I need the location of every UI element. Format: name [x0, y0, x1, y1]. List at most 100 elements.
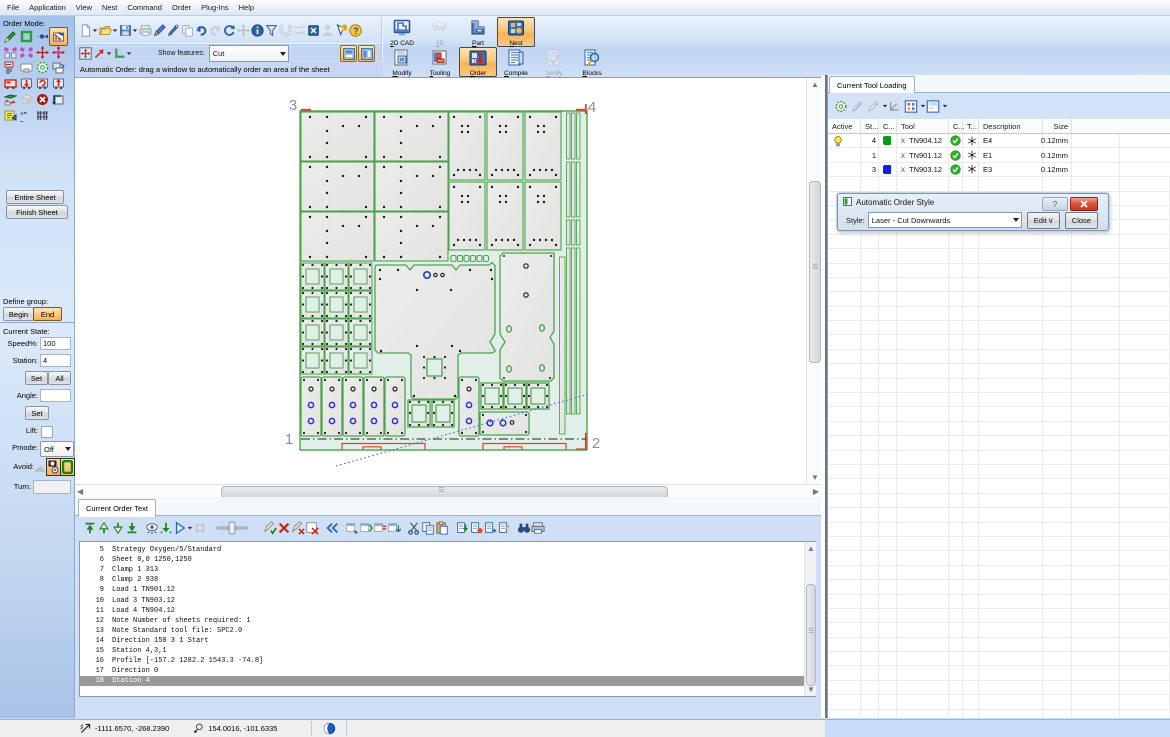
menu-order[interactable]: Order: [167, 3, 196, 12]
menu-help[interactable]: Help: [234, 3, 259, 12]
column-description[interactable]: Description: [979, 119, 1043, 133]
menu-view[interactable]: View: [71, 3, 97, 12]
drawing-canvas[interactable]: 3412▲▼☰◀▶☰: [75, 77, 821, 497]
om-sheet-gray-icon[interactable]: [19, 92, 34, 107]
column-c[interactable]: C...: [879, 119, 897, 133]
copy-gray-icon[interactable]: [180, 22, 194, 39]
dialog-help-button[interactable]: ?: [1042, 197, 1068, 211]
menu-application[interactable]: Application: [24, 3, 71, 12]
angle-input[interactable]: [40, 389, 71, 402]
om-pencil-icon[interactable]: [3, 29, 18, 44]
print-icon[interactable]: [138, 22, 152, 39]
corner-l-icon[interactable]: [112, 45, 126, 62]
module-compile-button[interactable]: Compile: [497, 47, 535, 77]
om-copy-icon[interactable]: [51, 60, 66, 75]
show-features-select[interactable]: Cut: [209, 45, 289, 62]
redo-gray-icon[interactable]: [208, 22, 222, 39]
canvas-hscrollbar[interactable]: ◀▶☰: [75, 484, 821, 498]
order-text-line[interactable]: 10Load 3 TN903.12: [80, 595, 815, 605]
expand-icon[interactable]: x: [901, 136, 905, 145]
chevron-down-icon[interactable]: [65, 447, 71, 451]
order-text-line[interactable]: 7Clamp 1 313: [80, 565, 815, 575]
pmode-select[interactable]: Off: [40, 441, 74, 457]
edit-check-icon[interactable]: [263, 520, 277, 537]
module-blocks-button[interactable]: Blocks: [573, 47, 611, 77]
set-button[interactable]: Set: [25, 371, 48, 385]
entire-sheet-button[interactable]: Entire Sheet: [6, 190, 64, 204]
order-text-line[interactable]: 6Sheet 0,0 1250,1250: [80, 555, 815, 565]
win-2-icon[interactable]: [359, 520, 373, 537]
magnet-gray-icon[interactable]: [278, 22, 292, 39]
copy2-icon[interactable]: [421, 520, 435, 537]
chevron-down-icon[interactable]: [1013, 218, 1019, 222]
arrow-ne-icon[interactable]: [92, 45, 106, 62]
tool-row[interactable]: 1xTN901.12E10.12mm: [828, 148, 1170, 162]
menu-command[interactable]: Command: [122, 3, 167, 12]
chevron-down-icon[interactable]: [280, 52, 286, 56]
column-active[interactable]: Active: [828, 119, 861, 133]
dialog-close-button[interactable]: [1070, 197, 1098, 211]
avoid-profile-toggle[interactable]: [60, 458, 75, 476]
eye-icon[interactable]: [145, 520, 159, 537]
grid-dots-icon[interactable]: [904, 98, 918, 115]
pen-icon[interactable]: [166, 22, 180, 39]
red-x-icon[interactable]: [277, 520, 291, 537]
printer-icon[interactable]: [531, 520, 545, 537]
order-text-line[interactable]: 13Note Standard tool file: SPC2.0: [80, 626, 815, 636]
dimension-gray-icon[interactable]: [292, 22, 306, 39]
order-text-line[interactable]: 17Direction 0: [80, 666, 815, 676]
tool-row[interactable]: 3xTN903.12E30.12mm: [828, 163, 1170, 177]
pen-gray-icon[interactable]: [866, 98, 880, 115]
order-text-line[interactable]: 16Profile [-157.2 1282.2 1543.3 -74.8]: [80, 656, 815, 666]
order-text-area[interactable]: 5Strategy Oxygen/5/Standard6Sheet 0,0 12…: [79, 541, 816, 697]
om-sheet-up-icon[interactable]: [51, 76, 66, 91]
arr-up-icon[interactable]: [97, 520, 111, 537]
help-icon[interactable]: ?: [348, 22, 362, 39]
om-sheet-rot-icon[interactable]: [35, 76, 50, 91]
module-modify-button[interactable]: Modify: [383, 47, 421, 77]
edit-x-icon[interactable]: [291, 520, 305, 537]
tab-current-tool-loading[interactable]: Current Tool Loading: [829, 76, 915, 94]
om-sheet-sel-icon[interactable]: [49, 27, 68, 46]
order-text-line[interactable]: 9Load 1 TN901.12: [80, 585, 815, 595]
edit-button[interactable]: Edit v: [1027, 212, 1060, 229]
expand-icon[interactable]: x: [901, 165, 905, 174]
refresh-icon[interactable]: [222, 22, 236, 39]
column-st[interactable]: St...: [861, 119, 879, 133]
om-wheel-icon[interactable]: [35, 60, 50, 75]
arr-bottom-icon[interactable]: [125, 520, 139, 537]
style-select[interactable]: Laser - Cut Downwards: [868, 212, 1022, 228]
dropdown-caret[interactable]: [126, 45, 132, 62]
end-group-button[interactable]: End: [33, 307, 62, 321]
order-text-line-selected[interactable]: 18Station 4: [80, 676, 815, 686]
speed-slider[interactable]: [215, 520, 249, 536]
win-1-icon[interactable]: [345, 520, 359, 537]
menu-file[interactable]: File: [2, 3, 24, 12]
doc-2-icon[interactable]: [469, 520, 483, 537]
win-4-icon[interactable]: [387, 520, 401, 537]
order-text-line[interactable]: 12Note Number of sheets required: 1: [80, 616, 815, 626]
om-arrowdot-icon[interactable]: [35, 29, 50, 44]
save-icon[interactable]: [118, 22, 132, 39]
doc-4-icon[interactable]: [497, 520, 511, 537]
om-sheet-green-icon[interactable]: [3, 92, 18, 107]
tab-current-order-text[interactable]: Current Order Text: [78, 499, 156, 517]
order-text-line[interactable]: 8Clamp 2 938: [80, 575, 815, 585]
pencil-icon[interactable]: [152, 22, 166, 39]
polyline-icon[interactable]: [888, 98, 902, 115]
om-hash-icon[interactable]: [35, 108, 50, 123]
binoculars-icon[interactable]: [517, 520, 531, 537]
set-angle-button[interactable]: Set: [25, 406, 49, 420]
info-icon[interactable]: [250, 22, 264, 39]
doc-1-icon[interactable]: [455, 520, 469, 537]
avoid-pierce-toggle[interactable]: [46, 458, 61, 476]
lift-checkbox[interactable]: [41, 426, 53, 438]
tool-row[interactable]: 4xTN904.12E40.12mm: [828, 134, 1170, 148]
menu-nest[interactable]: Nest: [97, 3, 122, 12]
order-text-line[interactable]: 15Station 4,3,1: [80, 646, 815, 656]
expand-icon[interactable]: x: [901, 151, 905, 160]
eye-down-icon[interactable]: [159, 520, 173, 537]
arr-down-icon[interactable]: [111, 520, 125, 537]
om-list-red-icon[interactable]: [3, 60, 18, 75]
column-c[interactable]: C...: [949, 119, 963, 133]
